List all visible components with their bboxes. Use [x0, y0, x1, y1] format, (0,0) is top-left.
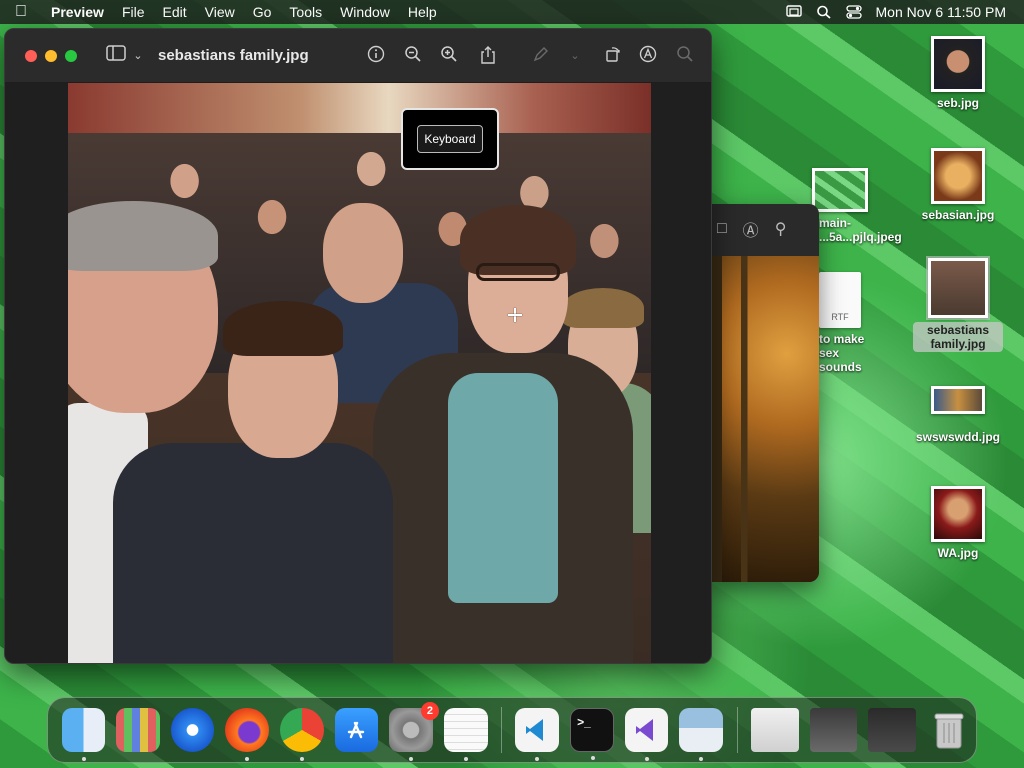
photo-person [223, 301, 343, 356]
sidebar-toggle-icon[interactable] [105, 45, 127, 67]
background-window-toolbar: □ Ⓐ ⚲ [711, 204, 819, 254]
dock-firefox-icon[interactable] [225, 708, 269, 761]
dock-terminal-icon[interactable]: >_ [570, 708, 614, 760]
zoom-in-icon[interactable] [438, 45, 460, 67]
preview-window[interactable]: ⌄ sebastians family.jpg ⌄ [4, 28, 712, 664]
dock-launchpad-icon[interactable] [116, 708, 160, 752]
desktop-icon-sebasian[interactable]: sebasian.jpg [913, 148, 1003, 222]
apple-menu-icon[interactable]:  [0, 3, 42, 21]
photo-person [562, 288, 644, 328]
image-thumbnail [931, 36, 985, 92]
screen-mirroring-icon[interactable] [785, 5, 802, 19]
search-icon[interactable] [674, 45, 696, 67]
desktop-icon-wa[interactable]: WA.jpg [913, 486, 1003, 560]
forest-image [711, 256, 819, 582]
highlight-pen-icon[interactable] [530, 45, 552, 67]
keyboard-button[interactable]: Keyboard [417, 125, 483, 153]
desktop-icon-sebastians-family[interactable]: sebastians family.jpg [913, 256, 1003, 353]
chevron-down-icon[interactable]: ⌄ [564, 45, 586, 67]
image-thumbnail [812, 168, 868, 212]
image-thumbnail [926, 256, 990, 320]
photo-person [323, 203, 403, 303]
minimize-button[interactable] [45, 50, 57, 62]
info-icon[interactable] [365, 45, 387, 67]
photo-person [68, 201, 218, 271]
photo-person [113, 443, 393, 663]
notification-badge: 2 [420, 702, 439, 720]
family-photo[interactable] [68, 83, 651, 663]
desktop-icon-label: sebastians family.jpg [913, 322, 1003, 352]
dock-finder-icon[interactable] [61, 708, 106, 761]
dock-vscode-icon[interactable] [515, 708, 560, 761]
menu-app-name[interactable]: Preview [42, 4, 113, 20]
window-title: sebastians family.jpg [158, 47, 309, 64]
chevron-down-icon[interactable]: ⌄ [127, 45, 149, 67]
image-thumbnail [931, 148, 985, 204]
zoom-out-icon[interactable] [402, 45, 424, 67]
dock-safari-icon[interactable] [170, 708, 215, 752]
image-thumbnail [931, 386, 985, 414]
share-icon[interactable] [477, 45, 499, 67]
desktop-icon-label: sebasian.jpg [921, 208, 995, 222]
dock-separator [736, 707, 738, 753]
dock-chrome-icon[interactable] [280, 708, 324, 761]
rotate-icon[interactable] [602, 45, 624, 67]
photo-person [448, 373, 558, 603]
zoom-button[interactable] [65, 50, 77, 62]
keyboard-popup[interactable]: Keyboard [401, 108, 499, 170]
dock-system-settings-icon[interactable]: 2 [389, 702, 439, 761]
menu-bar:  Preview File Edit View Go Tools Window… [0, 0, 1024, 24]
menu-go[interactable]: Go [244, 4, 281, 20]
desktop-icon-swswswdd[interactable]: swswswdd.jpg [913, 386, 1003, 444]
rotate-icon[interactable]: □ [717, 220, 727, 238]
dock-minimized-window-icon[interactable] [809, 708, 858, 752]
menu-help[interactable]: Help [399, 4, 446, 20]
menu-window[interactable]: Window [331, 4, 399, 20]
menu-view[interactable]: View [196, 4, 244, 20]
rtf-document-icon: RTF [819, 272, 861, 328]
dock-minimized-window-icon[interactable] [868, 708, 916, 752]
menu-file[interactable]: File [113, 4, 154, 20]
close-button[interactable] [25, 50, 37, 62]
dock-app-store-icon[interactable] [334, 708, 379, 752]
dock-separator [501, 707, 502, 753]
control-center-icon[interactable] [845, 5, 862, 19]
menubar-clock[interactable]: Mon Nov 6 11:50 PM [876, 4, 1006, 20]
crosshair-cursor-icon [508, 308, 522, 322]
desktop-icon-label: WA.jpg [937, 546, 979, 560]
dock-visual-studio-icon[interactable] [624, 708, 669, 761]
terminal-prompt-glyph: >_ [577, 715, 591, 729]
image-thumbnail [931, 486, 985, 542]
spotlight-search-icon[interactable] [816, 5, 832, 19]
desktop-icon-seb[interactable]: seb.jpg [913, 36, 1003, 110]
background-preview-window[interactable]: □ Ⓐ ⚲ [711, 204, 819, 582]
photo-person [476, 263, 560, 281]
desktop-icon-label: swswswdd.jpg [915, 430, 1000, 444]
desktop-icon-label: seb.jpg [936, 96, 979, 110]
menu-tools[interactable]: Tools [280, 4, 331, 20]
image-viewer-area[interactable] [5, 83, 711, 663]
dock: 2 >_ [47, 697, 977, 763]
dock-textedit-icon[interactable] [443, 708, 488, 761]
menu-edit[interactable]: Edit [154, 4, 196, 20]
dock-minimized-window-icon[interactable] [751, 708, 799, 752]
markup-icon[interactable]: Ⓐ [743, 217, 759, 241]
window-titlebar[interactable]: ⌄ sebastians family.jpg ⌄ [5, 29, 711, 83]
dock-trash-icon[interactable] [927, 708, 971, 752]
markup-icon[interactable] [637, 45, 659, 67]
search-icon[interactable]: ⚲ [775, 219, 787, 239]
dock-preview-icon[interactable] [679, 708, 724, 761]
